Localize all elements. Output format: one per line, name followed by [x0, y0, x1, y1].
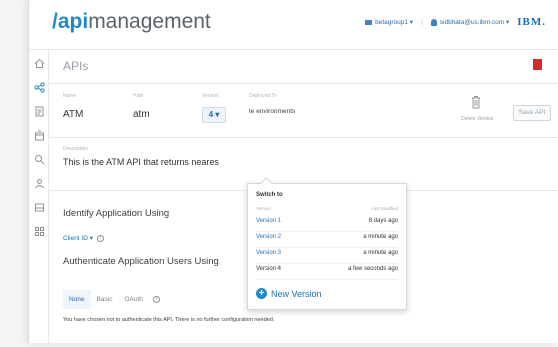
version-menu-item[interactable]: Version 1 8 days ago [256, 218, 398, 232]
user-icon [430, 18, 437, 26]
tab-oauth[interactable]: OAuth [118, 290, 148, 309]
menu-header: Version Last Modified [256, 206, 398, 211]
identify-section-title: Identify Application Using [63, 208, 170, 219]
tab-none[interactable]: None [63, 290, 91, 309]
version-menu-item[interactable]: Version 3 a minute ago [256, 250, 398, 264]
app-logo[interactable]: /apimanagement [52, 10, 211, 34]
search-icon[interactable] [33, 154, 45, 166]
menu-title: Switch to [256, 192, 283, 198]
divider: | [421, 18, 423, 26]
user-icon[interactable] [33, 178, 45, 190]
document-icon[interactable] [33, 106, 45, 118]
grid-icon[interactable] [33, 226, 45, 238]
top-header: /apimanagement betagroup1 ▾ | sidbhata@u… [29, 0, 558, 50]
app-window: /apimanagement betagroup1 ▾ | sidbhata@u… [28, 0, 558, 343]
org-selector[interactable]: betagroup1 ▾ [365, 18, 413, 26]
client-id-selector[interactable]: Client ID ▾ i [63, 234, 105, 242]
save-api-button[interactable]: Save API [513, 105, 551, 121]
version-label: Version [202, 93, 219, 99]
auth-note: You have chosen not to authenticate this… [63, 317, 275, 323]
user-menu[interactable]: sidbhata@us.ibm.com ▾ [430, 18, 510, 26]
api-path-field[interactable]: atm [133, 109, 150, 120]
chevron-down-icon: ▾ [505, 19, 510, 26]
authenticate-section-title: Authenticate Application Users Using [63, 256, 219, 267]
version-menu-item[interactable]: Version 2 a minute ago [256, 234, 398, 248]
page-title: APIs [63, 59, 89, 73]
box-icon[interactable] [33, 130, 45, 142]
deployed-label: Deployed To [249, 93, 277, 99]
auth-tabs: None Basic OAuth i [63, 290, 160, 309]
trash-icon[interactable] [471, 95, 481, 109]
divider [49, 137, 558, 138]
chevron-down-icon: ▾ [409, 19, 414, 26]
divider [49, 83, 558, 84]
share-icon[interactable] [33, 82, 45, 94]
plus-circle-icon: + [256, 288, 267, 299]
version-switch-menu: Switch to Version Last Modified Version … [247, 183, 407, 310]
path-label: Path [133, 93, 144, 99]
delete-version-label[interactable]: Delete Version [461, 116, 494, 122]
ibm-logo: IBM. [517, 16, 546, 28]
description-label: Description [63, 146, 89, 152]
description-field[interactable]: This is the ATM API that returns neares [63, 157, 223, 167]
api-name-field[interactable]: ATM [63, 109, 83, 120]
home-icon[interactable] [33, 58, 45, 70]
org-icon [365, 19, 373, 25]
main-content: APIs Name ATM Path atm Version 4 ▾ Deplo… [49, 50, 558, 343]
stack-icon[interactable] [33, 202, 45, 214]
chevron-down-icon: ▾ [89, 235, 94, 242]
tab-basic[interactable]: Basic [91, 290, 119, 309]
info-icon[interactable]: i [97, 234, 105, 242]
notification-flag-icon[interactable] [533, 59, 542, 70]
new-version-button[interactable]: + New Version [256, 288, 322, 299]
name-label: Name [63, 93, 77, 99]
sidebar [29, 50, 49, 343]
header-right: betagroup1 ▾ | sidbhata@us.ibm.com ▾ IBM… [365, 16, 546, 28]
version-dropdown-button[interactable]: 4 ▾ [202, 107, 226, 123]
info-icon[interactable]: i [152, 296, 160, 303]
deployed-value: te environments [249, 108, 296, 115]
version-menu-item[interactable]: Version 4 a few seconds ago [256, 266, 398, 280]
